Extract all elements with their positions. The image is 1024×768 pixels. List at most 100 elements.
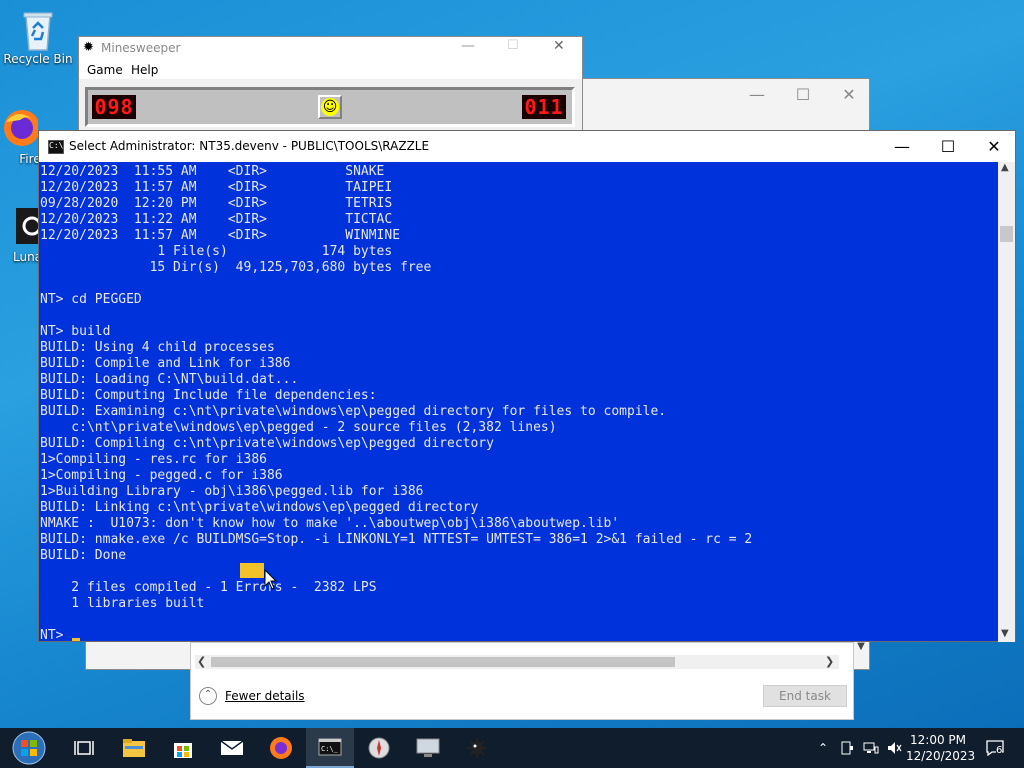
console-line: 1>Compiling - res.rc for i386	[40, 452, 267, 467]
console-output[interactable]: 12/20/2023 11:55 AM <DIR> SNAKE 12/20/20…	[39, 162, 999, 642]
taskbar: C:\_ ⌃ 12:00 PM 12/20/2023 6	[0, 728, 1024, 768]
action-center-button[interactable]: 6	[980, 728, 1010, 768]
console-line: BUILD: Compile and Link for i386	[40, 356, 291, 371]
compass-icon	[368, 737, 390, 759]
firefox-icon	[0, 108, 40, 148]
console-app-icon: C:\	[48, 140, 64, 154]
console-title: Select Administrator: NT35.devenv - PUBL…	[69, 139, 430, 153]
console-line: 1 libraries built	[40, 596, 205, 611]
minesweeper-menubar: Game Help	[79, 59, 582, 79]
svg-text:C:\_: C:\_	[321, 745, 339, 753]
console-line: 09/28/2020 12:20 PM <DIR> TETRIS	[40, 196, 393, 211]
volume-icon[interactable]	[884, 728, 906, 768]
maximize-button[interactable]: ☐	[780, 79, 826, 109]
console-line: 12/20/2023 11:57 AM <DIR> WINMINE	[40, 228, 401, 243]
minesweeper-taskbar-button[interactable]	[453, 728, 501, 768]
taskbar-clock[interactable]: 12:00 PM 12/20/2023	[906, 732, 976, 764]
selection-block	[240, 563, 264, 578]
clock-date: 12/20/2023	[906, 749, 976, 763]
console-line: 15 Dir(s) 49,125,703,680 bytes free	[40, 260, 432, 275]
notification-count: 6	[996, 745, 1003, 756]
task-view-button[interactable]	[60, 728, 108, 768]
minesweeper-window[interactable]: ✹ Minesweeper — ☐ ✕ Game Help 098 ☺ 011	[78, 36, 583, 136]
fewer-details-label: Fewer details	[225, 689, 305, 703]
console-line: BUILD: Examining c:\nt\private\windows\e…	[40, 404, 667, 419]
console-line: 12/20/2023 11:22 AM <DIR> TICTAC	[40, 212, 393, 227]
vertical-scroll-down[interactable]: ▼	[854, 641, 868, 655]
firefox-button[interactable]	[257, 728, 305, 768]
console-line: BUILD: nmake.exe /c BUILDMSG=Stop. -i LI…	[40, 532, 753, 547]
console-line: BUILD: Loading C:\NT\build.dat...	[40, 372, 299, 387]
show-hidden-icons-button[interactable]: ⌃	[812, 728, 834, 768]
scroll-thumb[interactable]	[1000, 226, 1013, 242]
console-window[interactable]: C:\ Select Administrator: NT35.devenv - …	[38, 130, 1016, 642]
terminal-icon: C:\_	[318, 738, 342, 756]
device-icon[interactable]	[836, 728, 858, 768]
desktop-icon-label: Recycle Bin	[3, 52, 73, 66]
window-title: Minesweeper	[101, 41, 181, 55]
start-icon	[12, 731, 46, 765]
console-line: BUILD: Using 4 child processes	[40, 340, 275, 355]
file-explorer-button[interactable]	[110, 728, 158, 768]
console-line: BUILD: Done	[40, 548, 127, 563]
console-text: 12/20/2023 11:55 AM <DIR> SNAKE 12/20/20…	[39, 162, 999, 642]
clock-time: 12:00 PM	[910, 733, 966, 747]
lunar-client-icon	[2, 206, 42, 246]
end-task-label: End task	[779, 689, 831, 703]
console-line: BUILD: Compiling c:\nt\private\windows\e…	[40, 436, 494, 451]
compass-app-button[interactable]	[355, 728, 403, 768]
scroll-down-arrow[interactable]: ▼	[1001, 628, 1009, 639]
end-task-button[interactable]: End task	[763, 685, 847, 707]
mines-counter: 098	[92, 95, 136, 119]
console-line: NT>	[40, 628, 72, 642]
monitor-icon	[416, 738, 440, 757]
file-explorer-icon	[123, 739, 145, 757]
close-button[interactable]: ✕	[826, 79, 872, 109]
console-line: 12/20/2023 11:57 AM <DIR> TAIPEI	[40, 180, 393, 195]
fewer-details-button[interactable]: ⌃ Fewer details	[199, 687, 305, 705]
minimize-button[interactable]: —	[461, 38, 475, 54]
horizontal-scroll-thumb[interactable]	[211, 657, 675, 667]
console-line: NT> build	[40, 324, 111, 339]
monitor-app-button[interactable]	[404, 728, 452, 768]
menu-help[interactable]: Help	[131, 63, 158, 77]
store-button[interactable]	[159, 728, 207, 768]
console-taskbar-button[interactable]: C:\_	[306, 728, 354, 768]
console-line: 1>Building Library - obj\i386\pegged.lib…	[40, 484, 424, 499]
mail-button[interactable]	[208, 728, 256, 768]
scroll-right-arrow[interactable]: ❯	[825, 655, 834, 668]
smiley-icon: ☺	[321, 98, 339, 116]
close-button[interactable]: ✕	[553, 38, 565, 54]
scroll-up-arrow[interactable]: ▲	[1001, 162, 1009, 173]
close-button[interactable]: ✕	[971, 131, 1017, 161]
console-line: 1>Compiling - pegged.c for i386	[40, 468, 283, 483]
minimize-button[interactable]: —	[879, 131, 925, 161]
minesweeper-icon	[467, 738, 487, 758]
console-line: NMAKE : U1073: don't know how to make '.…	[40, 516, 620, 531]
recycle-bin-icon	[18, 8, 58, 51]
text-cursor	[72, 638, 80, 641]
network-icon[interactable]	[860, 728, 882, 768]
minesweeper-board-frame: 098 ☺ 011	[85, 87, 575, 127]
maximize-button[interactable]: ☐	[925, 131, 971, 161]
task-view-icon	[74, 741, 94, 755]
mouse-pointer-icon	[264, 569, 278, 590]
start-button[interactable]	[4, 728, 54, 768]
console-titlebar[interactable]: C:\ Select Administrator: NT35.devenv - …	[39, 131, 1015, 162]
console-line: 12/20/2023 11:55 AM <DIR> SNAKE	[40, 164, 385, 179]
horizontal-scrollbar[interactable]: ❮ ❯	[195, 655, 839, 669]
store-icon	[174, 743, 192, 758]
scroll-left-arrow[interactable]: ❮	[197, 655, 206, 668]
maximize-button[interactable]: ☐	[507, 38, 519, 53]
smiley-face-button[interactable]: ☺	[318, 95, 342, 119]
console-scrollbar[interactable]: ▲ ▼	[998, 162, 1015, 642]
desktop-icon-recycle-bin[interactable]: Recycle Bin	[2, 8, 74, 66]
console-line: BUILD: Linking c:\nt\private\windows\ep\…	[40, 500, 479, 515]
minimize-button[interactable]: —	[734, 79, 780, 109]
console-line: 2 files compiled - 1 Errors - 2382 LPS	[40, 580, 377, 595]
task-manager-footer-panel: ❮ ❯ ⌃ Fewer details End task	[190, 642, 854, 720]
console-line: c:\nt\private\windows\ep\pegged - 2 sour…	[40, 420, 557, 435]
menu-game[interactable]: Game	[87, 63, 123, 77]
console-line: BUILD: Computing Include file dependenci…	[40, 388, 377, 403]
minesweeper-titlebar[interactable]: ✹ Minesweeper — ☐ ✕	[79, 37, 582, 59]
